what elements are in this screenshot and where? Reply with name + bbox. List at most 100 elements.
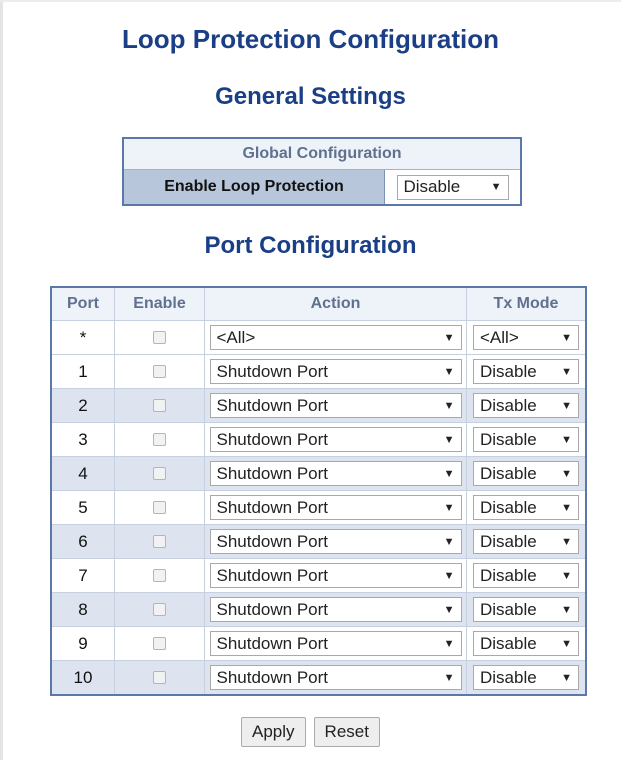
form-buttons: Apply Reset [0, 717, 621, 747]
enable-checkbox[interactable] [153, 671, 166, 684]
enable-checkbox[interactable] [153, 501, 166, 514]
port-number: 3 [52, 423, 115, 456]
action-cell: Shutdown Port ▼ [205, 457, 467, 490]
port-number: 6 [52, 525, 115, 558]
action-select[interactable]: <All> ▼ [209, 325, 462, 350]
enable-cell [115, 389, 205, 422]
dropdown-arrow-icon: ▼ [561, 365, 572, 378]
action-select[interactable]: Shutdown Port ▼ [209, 563, 462, 588]
tx-mode-cell: <All> ▼ [467, 321, 585, 354]
tx-mode-select[interactable]: Disable ▼ [473, 563, 579, 588]
dropdown-arrow-icon: ▼ [561, 569, 572, 582]
tx-mode-value: Disable [480, 497, 537, 517]
tx-mode-select[interactable]: Disable ▼ [473, 529, 579, 554]
enable-checkbox[interactable] [153, 467, 166, 480]
dropdown-arrow-icon: ▼ [561, 501, 572, 514]
tx-mode-select[interactable]: Disable ▼ [473, 495, 579, 520]
dropdown-arrow-icon: ▼ [443, 501, 455, 514]
port-row: 3 Shutdown Port ▼ Disable ▼ [52, 422, 585, 456]
enable-checkbox[interactable] [153, 399, 166, 412]
tx-mode-select[interactable]: Disable ▼ [473, 427, 579, 452]
tx-mode-value: Disable [480, 565, 537, 585]
tx-mode-cell: Disable ▼ [467, 525, 585, 558]
action-select[interactable]: Shutdown Port ▼ [209, 665, 462, 690]
page-left-edge [0, 0, 3, 760]
port-row-all: * <All> ▼ <All> ▼ [52, 320, 585, 354]
port-number: 5 [52, 491, 115, 524]
enable-cell [115, 321, 205, 354]
tx-mode-cell: Disable ▼ [467, 423, 585, 456]
tx-mode-value: Disable [480, 599, 537, 619]
port-table-header-row: Port Enable Action Tx Mode [52, 288, 585, 320]
port-row: 8 Shutdown Port ▼ Disable ▼ [52, 592, 585, 626]
tx-mode-value: Disable [480, 463, 537, 483]
port-row: 4 Shutdown Port ▼ Disable ▼ [52, 456, 585, 490]
page-title: Loop Protection Configuration [122, 24, 499, 54]
tx-mode-select[interactable]: Disable ▼ [473, 359, 579, 384]
enable-cell [115, 491, 205, 524]
enable-cell [115, 559, 205, 592]
apply-button[interactable]: Apply [241, 717, 306, 747]
action-value: Shutdown Port [216, 531, 329, 551]
enable-cell [115, 457, 205, 490]
action-select[interactable]: Shutdown Port ▼ [209, 427, 462, 452]
global-configuration-header: Global Configuration [124, 139, 520, 170]
action-cell: Shutdown Port ▼ [205, 559, 467, 592]
action-select[interactable]: Shutdown Port ▼ [209, 529, 462, 554]
tx-mode-select[interactable]: Disable ▼ [473, 665, 579, 690]
enable-checkbox[interactable] [153, 637, 166, 650]
tx-mode-value: Disable [480, 429, 537, 449]
action-select[interactable]: Shutdown Port ▼ [209, 393, 462, 418]
enable-checkbox[interactable] [153, 433, 166, 446]
tx-mode-cell: Disable ▼ [467, 559, 585, 592]
action-select[interactable]: Shutdown Port ▼ [209, 359, 462, 384]
enable-loop-protection-row: Enable Loop Protection Disable ▼ [124, 170, 520, 204]
dropdown-arrow-icon: ▼ [561, 603, 572, 616]
enable-checkbox[interactable] [153, 603, 166, 616]
action-select[interactable]: Shutdown Port ▼ [209, 495, 462, 520]
tx-mode-value: <All> [480, 327, 519, 347]
tx-mode-cell: Disable ▼ [467, 593, 585, 626]
enable-checkbox[interactable] [153, 365, 166, 378]
enable-cell [115, 525, 205, 558]
enable-checkbox[interactable] [153, 331, 166, 344]
tx-mode-select[interactable]: <All> ▼ [473, 325, 579, 350]
port-row: 5 Shutdown Port ▼ Disable ▼ [52, 490, 585, 524]
tx-mode-select[interactable]: Disable ▼ [473, 597, 579, 622]
dropdown-arrow-icon: ▼ [443, 467, 455, 480]
enable-loop-protection-select[interactable]: Disable ▼ [396, 174, 509, 200]
port-row: 9 Shutdown Port ▼ Disable ▼ [52, 626, 585, 660]
enable-loop-protection-cell: Disable ▼ [385, 170, 520, 204]
tx-mode-select[interactable]: Disable ▼ [473, 631, 579, 656]
action-select[interactable]: Shutdown Port ▼ [209, 461, 462, 486]
tx-mode-value: Disable [480, 395, 537, 415]
action-cell: Shutdown Port ▼ [205, 389, 467, 422]
enable-cell [115, 355, 205, 388]
column-header-port: Port [52, 288, 115, 320]
enable-loop-protection-value: Disable [403, 177, 461, 196]
action-value: <All> [216, 327, 256, 347]
action-select[interactable]: Shutdown Port ▼ [209, 631, 462, 656]
action-select[interactable]: Shutdown Port ▼ [209, 597, 462, 622]
reset-button[interactable]: Reset [313, 717, 380, 747]
dropdown-arrow-icon: ▼ [443, 365, 455, 378]
port-row: 6 Shutdown Port ▼ Disable ▼ [52, 524, 585, 558]
dropdown-arrow-icon: ▼ [443, 569, 455, 582]
tx-mode-select[interactable]: Disable ▼ [473, 393, 579, 418]
port-configuration-heading: Port Configuration [204, 232, 417, 259]
dropdown-arrow-icon: ▼ [561, 637, 572, 650]
tx-mode-value: Disable [480, 667, 537, 687]
dropdown-arrow-icon: ▼ [561, 399, 572, 412]
tx-mode-select[interactable]: Disable ▼ [473, 461, 579, 486]
action-value: Shutdown Port [216, 463, 329, 483]
enable-checkbox[interactable] [153, 569, 166, 582]
enable-checkbox[interactable] [153, 535, 166, 548]
page-top-edge [0, 0, 621, 2]
enable-cell [115, 593, 205, 626]
dropdown-arrow-icon: ▼ [561, 433, 572, 446]
port-row: 7 Shutdown Port ▼ Disable ▼ [52, 558, 585, 592]
global-configuration-table: Global Configuration Enable Loop Protect… [122, 137, 522, 206]
action-cell: Shutdown Port ▼ [205, 627, 467, 660]
general-settings-heading: General Settings [215, 83, 406, 110]
action-cell: Shutdown Port ▼ [205, 525, 467, 558]
